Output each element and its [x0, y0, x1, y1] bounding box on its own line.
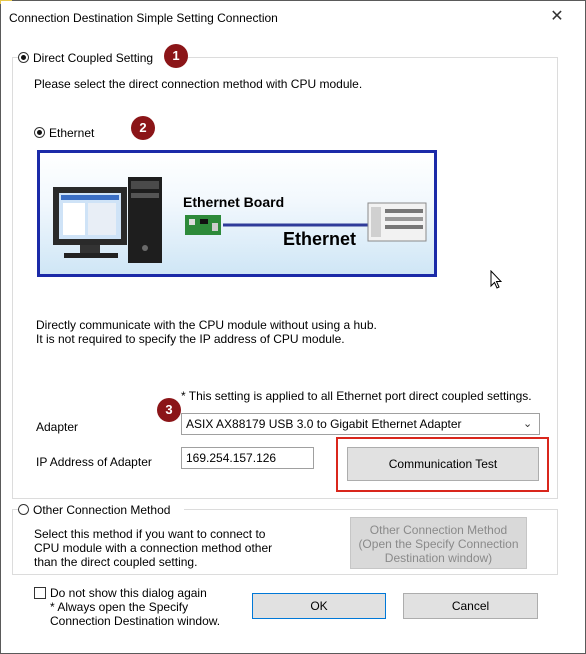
ip-address-field: 169.254.157.126	[181, 447, 314, 469]
other-connection-radio[interactable]	[18, 504, 29, 515]
direct-coupled-label[interactable]: Direct Coupled Setting	[33, 51, 153, 65]
other-desc-line2: CPU module with a connection method othe…	[34, 541, 273, 555]
cancel-button[interactable]: Cancel	[403, 593, 538, 619]
other-button-line3: Destination window)	[384, 551, 493, 565]
pc-tower-icon	[128, 177, 162, 263]
adapter-select-value: ASIX AX88179 USB 3.0 to Gigabit Ethernet…	[186, 417, 462, 431]
highlight-box	[336, 437, 549, 492]
window-title: Connection Destination Simple Setting Co…	[9, 11, 278, 25]
do-not-show-note2: Connection Destination window.	[50, 614, 221, 628]
other-desc-line1: Select this method if you want to connec…	[34, 527, 266, 541]
other-button-line1: Other Connection Method	[369, 523, 508, 537]
chevron-down-icon: ⌄	[523, 418, 533, 430]
other-connection-label[interactable]: Other Connection Method	[33, 503, 170, 517]
title-bar: Connection Destination Simple Setting Co…	[1, 1, 585, 33]
direct-instruction: Please select the direct connection meth…	[34, 77, 363, 91]
ethernet-radio[interactable]	[34, 127, 45, 138]
close-icon[interactable]: ✕	[545, 6, 569, 28]
ok-button[interactable]: OK	[252, 593, 386, 619]
direct-description-line1: Directly communicate with the CPU module…	[36, 318, 377, 332]
other-connection-header: Other Connection Method	[18, 502, 184, 518]
ethernet-option[interactable]: Ethernet	[34, 126, 114, 142]
annotation-badge-2: 2	[131, 116, 155, 140]
other-button-line2: (Open the Specify Connection	[358, 537, 519, 551]
monitor-icon	[53, 187, 127, 258]
annotation-badge-1: 1	[164, 44, 188, 68]
do-not-show-label[interactable]: Do not show this dialog again	[50, 586, 207, 600]
mouse-cursor-icon	[490, 270, 502, 289]
diagram-cable-label: Ethernet	[283, 229, 357, 249]
direct-note: * This setting is applied to all Etherne…	[181, 389, 532, 403]
direct-coupled-header: Direct Coupled Setting	[18, 50, 178, 66]
adapter-label: Adapter	[36, 420, 79, 434]
direct-description-line2: It is not required to specify the IP add…	[36, 332, 345, 346]
other-connection-method-button[interactable]: Other Connection Method (Open the Specif…	[350, 517, 527, 569]
ip-address-value: 169.254.157.126	[186, 451, 277, 465]
do-not-show-note1: * Always open the Specify	[50, 600, 189, 614]
diagram-illustration	[53, 177, 427, 263]
direct-coupled-radio[interactable]	[18, 52, 29, 63]
ethernet-connection-diagram: Ethernet Board Ethernet	[37, 150, 437, 277]
cpu-module-icon	[367, 202, 427, 242]
adapter-select[interactable]: ASIX AX88179 USB 3.0 to Gigabit Ethernet…	[181, 413, 540, 435]
ip-address-label: IP Address of Adapter	[36, 455, 152, 469]
diagram-board-label: Ethernet Board	[183, 194, 285, 210]
ethernet-board-icon	[185, 215, 221, 235]
other-desc-line3: than the direct coupled setting.	[34, 555, 198, 569]
ethernet-label[interactable]: Ethernet	[49, 126, 94, 140]
annotation-badge-3: 3	[157, 398, 181, 422]
do-not-show-checkbox[interactable]	[34, 587, 46, 599]
